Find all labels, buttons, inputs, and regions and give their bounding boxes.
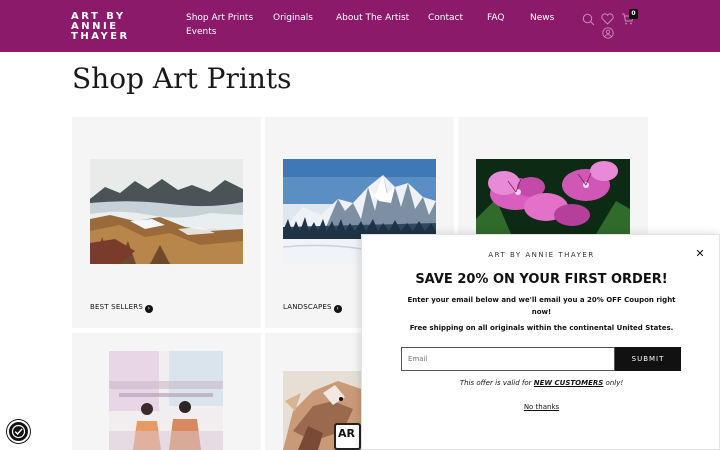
category-label[interactable]: LANDSCAPES › (283, 303, 342, 313)
offer-prefix: This offer is valid for (459, 379, 534, 387)
nav-originals[interactable]: Originals (273, 13, 313, 23)
popup-headline: SAVE 20% ON YOUR FIRST ORDER! (415, 272, 668, 287)
figures-painting-image (109, 351, 223, 450)
email-field[interactable] (401, 347, 615, 371)
category-label-text: LANDSCAPES (283, 303, 332, 311)
site-logo[interactable]: ART BY ANNIE THAYER (71, 12, 130, 42)
email-signup-popup: ART BY ANNIE THAYER ✕ SAVE 20% ON YOUR F… (361, 234, 720, 450)
page-title: Shop Art Prints (72, 62, 292, 95)
main-nav: Shop Art Prints Originals About The Arti… (186, 13, 566, 43)
nav-about-the-artist[interactable]: About The Artist (336, 13, 409, 23)
wishlist-heart-icon[interactable] (601, 13, 614, 25)
brand-badge-text: AR (338, 427, 355, 440)
popup-subtext: Enter your email below and we'll email y… (407, 296, 676, 316)
accessibility-button[interactable] (7, 420, 30, 443)
arrow-right-icon: › (144, 305, 153, 313)
logo-line-3: THAYER (71, 31, 130, 42)
submit-button[interactable]: SUBMIT (615, 347, 681, 371)
offer-suffix: only! (603, 379, 624, 387)
nav-shop-art-prints[interactable]: Shop Art Prints (186, 13, 253, 23)
site-header: ART BY ANNIE THAYER Shop Art Prints Orig… (0, 0, 720, 52)
popup-shipping-note: Free shipping on all originals within th… (409, 324, 674, 332)
category-card-5[interactable]: AR (265, 333, 361, 450)
arrow-right-icon: › (333, 305, 342, 313)
popup-brand: ART BY ANNIE THAYER (488, 251, 595, 259)
nav-faq[interactable]: FAQ (487, 13, 504, 23)
close-icon[interactable]: ✕ (695, 248, 705, 259)
category-label-text: BEST SELLERS (90, 303, 143, 311)
category-card-4[interactable] (72, 333, 261, 450)
category-card-best-sellers[interactable]: BEST SELLERS › (72, 117, 261, 328)
popup-offer-note: This offer is valid for NEW CUSTOMERS on… (362, 379, 720, 387)
account-icon[interactable] (602, 27, 614, 39)
flower-painting-image (476, 159, 630, 234)
category-label[interactable]: BEST SELLERS › (90, 303, 153, 313)
search-icon[interactable] (582, 13, 595, 26)
nav-news[interactable]: News (530, 13, 554, 23)
cart-count-badge: 0 (629, 9, 638, 19)
brand-badge: AR (334, 423, 361, 450)
seascape-painting-image (90, 159, 243, 264)
offer-highlight: NEW CUSTOMERS (533, 379, 604, 387)
no-thanks-link[interactable]: No thanks (362, 403, 720, 411)
nav-events[interactable]: Events (186, 27, 216, 37)
accessibility-icon (11, 424, 26, 439)
nav-contact[interactable]: Contact (428, 13, 463, 23)
